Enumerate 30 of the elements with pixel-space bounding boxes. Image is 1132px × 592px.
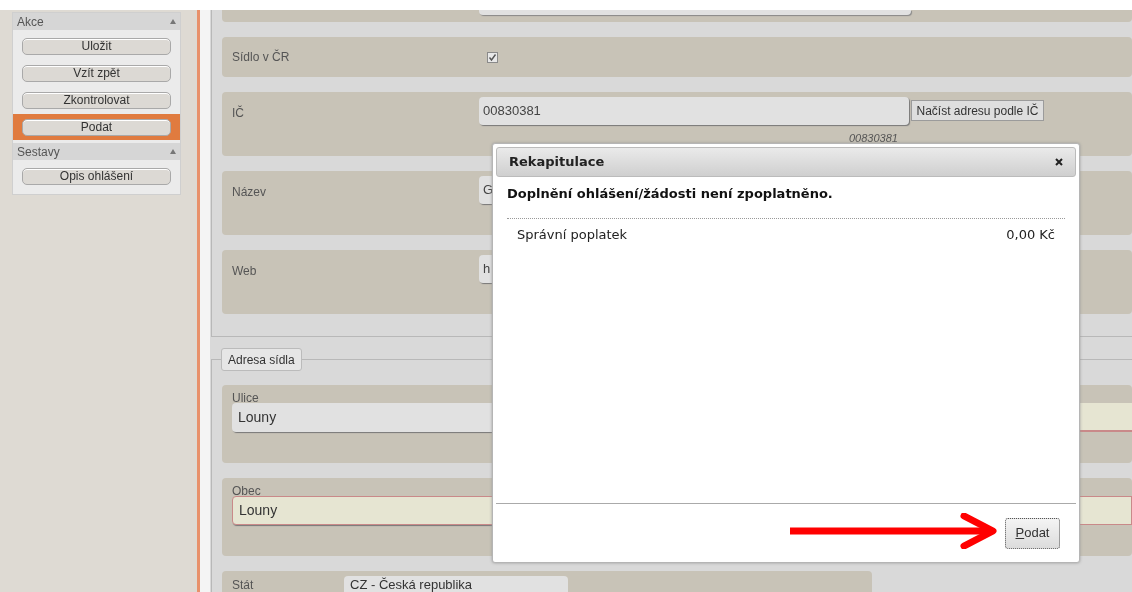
fee-label: Správní poplatek xyxy=(517,225,628,244)
section-header[interactable]: Sestavy xyxy=(13,143,180,160)
field-label: Ulice xyxy=(232,390,259,407)
select-value: CZ - Česká republika xyxy=(350,576,473,592)
field-label: Název xyxy=(232,184,266,201)
input-field[interactable]: 00830381 xyxy=(479,97,909,125)
field-label: Web xyxy=(232,263,257,280)
field-label: Obec xyxy=(232,483,261,500)
sidebar-button[interactable]: Vzít zpět xyxy=(22,64,171,82)
dialog-title: Rekapitulace xyxy=(509,153,605,172)
load-address-button[interactable]: Načíst adresu podle IČ xyxy=(911,100,1044,121)
submit-button[interactable]: Podat xyxy=(1005,517,1060,549)
sidebar-button[interactable]: Uložit xyxy=(22,37,171,55)
fee-amount: 0,00 Kč xyxy=(1006,225,1055,244)
field-hint: 00830381 xyxy=(849,131,898,146)
input-field[interactable] xyxy=(479,10,911,15)
field-label: Stát xyxy=(232,579,254,591)
sidebar-button[interactable]: Opis ohlášení xyxy=(22,167,171,185)
field-label: IČ xyxy=(232,104,244,122)
sidebar-button[interactable]: Zkontrolovat xyxy=(22,91,171,109)
checkbox[interactable] xyxy=(487,51,498,63)
sidebar-button[interactable]: Podat xyxy=(22,118,171,136)
field-label: Sídlo v ČR xyxy=(232,48,290,66)
collapse-icon[interactable] xyxy=(170,149,176,154)
dialog-message: Doplnění ohlášení/žádosti není zpoplatněno. xyxy=(507,185,834,203)
collapse-icon[interactable] xyxy=(170,19,176,24)
close-icon[interactable] xyxy=(1055,158,1063,166)
select-field[interactable]: CZ - Česká republika xyxy=(344,576,568,592)
fieldset-legend: Adresa sídla xyxy=(221,348,302,371)
section-header[interactable]: Akce xyxy=(13,13,180,30)
